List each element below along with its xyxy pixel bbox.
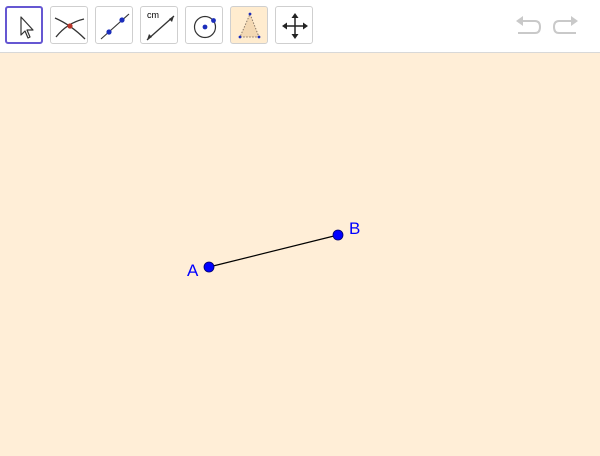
move-tool-button[interactable] [5, 6, 43, 44]
triangle-polygon-icon [238, 12, 261, 39]
cursor-arrow-icon [20, 16, 34, 39]
distance-tool-label: cm [147, 10, 159, 20]
point-a-label: A [187, 261, 199, 280]
line-tool-button[interactable] [95, 6, 133, 44]
point-a[interactable] [203, 261, 215, 273]
segment-ab[interactable] [208, 234, 339, 268]
undo-icon [516, 16, 542, 34]
undo-button[interactable] [513, 12, 543, 42]
circle-with-center-icon [193, 15, 217, 39]
point-b[interactable] [332, 229, 344, 241]
geometry-canvas[interactable]: A B [0, 53, 600, 456]
distance-tool-button[interactable]: cm [140, 6, 178, 44]
intersect-icon [54, 17, 86, 40]
polygon-tool-button[interactable] [230, 6, 268, 44]
toolbar: cm [0, 0, 600, 53]
redo-icon [552, 16, 578, 34]
move-graphics-view-tool-button[interactable] [275, 6, 313, 44]
graphics-view[interactable]: A B [0, 53, 600, 456]
distance-icon: cm [146, 10, 175, 41]
intersect-tool-button[interactable] [50, 6, 88, 44]
circle-tool-button[interactable] [185, 6, 223, 44]
move-arrows-icon [282, 13, 308, 39]
redo-button[interactable] [551, 12, 581, 42]
point-b-label: B [349, 219, 360, 238]
line-through-points-icon [100, 13, 130, 40]
